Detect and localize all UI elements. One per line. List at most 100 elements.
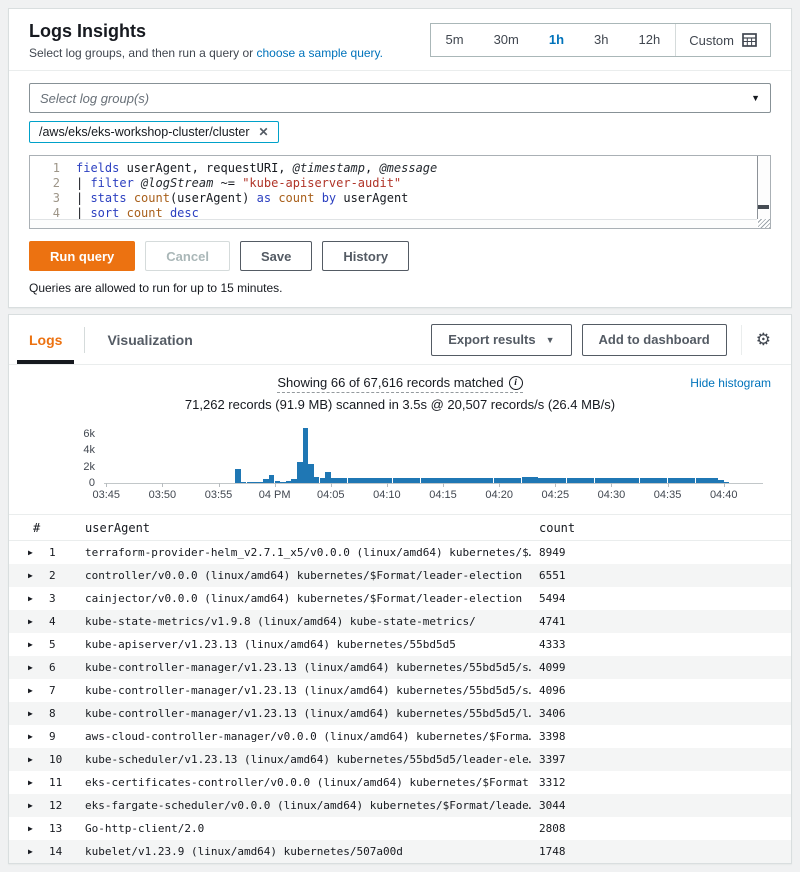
table-row[interactable]: ▶5kube-apiserver/v1.23.13 (linux/amd64) … (9, 633, 791, 656)
expand-row-icon[interactable]: ▶ (25, 663, 49, 672)
expand-row-icon[interactable]: ▶ (25, 571, 49, 580)
row-index: 7 (49, 684, 85, 697)
code-token: userAgent (336, 191, 408, 205)
table-row[interactable]: ▶12eks-fargate-scheduler/v0.0.0 (linux/a… (9, 794, 791, 817)
expand-row-icon[interactable]: ▶ (25, 686, 49, 695)
cell-count: 6551 (531, 569, 791, 582)
x-axis-tick (219, 483, 220, 487)
query-line[interactable]: 2| filter @logStream ~= "kube-apiserver-… (30, 176, 770, 191)
expand-row-icon[interactable]: ▶ (25, 709, 49, 718)
line-number: 1 (30, 161, 60, 176)
table-row[interactable]: ▶6kube-controller-manager/v1.23.13 (linu… (9, 656, 791, 679)
table-row[interactable]: ▶4kube-state-metrics/v1.9.8 (linux/amd64… (9, 610, 791, 633)
chevron-down-icon: ▼ (546, 335, 555, 345)
expand-row-icon[interactable]: ▶ (25, 732, 49, 741)
x-axis-label: 03:45 (92, 489, 120, 501)
cancel-button: Cancel (145, 241, 230, 271)
results-table: # userAgent count ▶1terraform-provider-h… (9, 514, 791, 863)
time-range-selector: 5m30m1h3h12h Custom (430, 23, 772, 57)
table-row[interactable]: ▶10kube-scheduler/v1.23.13 (linux/amd64)… (9, 748, 791, 771)
cell-count: 4333 (531, 638, 791, 651)
expand-row-icon[interactable]: ▶ (25, 617, 49, 626)
cell-useragent: cainjector/v0.0.0 (linux/amd64) kubernet… (85, 592, 531, 605)
query-line[interactable]: 1fields userAgent, requestURI, @timestam… (30, 161, 770, 176)
sample-query-link[interactable]: choose a sample query. (256, 46, 383, 60)
code-token (314, 191, 321, 205)
table-row[interactable]: ▶7kube-controller-manager/v1.23.13 (linu… (9, 679, 791, 702)
code-token (127, 191, 134, 205)
history-button[interactable]: History (322, 241, 409, 271)
page-title: Logs Insights (29, 21, 383, 42)
add-to-dashboard-button[interactable]: Add to dashboard (582, 324, 727, 356)
time-range-3h[interactable]: 3h (579, 24, 623, 56)
expand-row-icon[interactable]: ▶ (25, 640, 49, 649)
expand-row-icon[interactable]: ▶ (25, 801, 49, 810)
code-token: desc (170, 206, 199, 220)
hide-histogram-link[interactable]: Hide histogram (690, 376, 771, 390)
code-token: (userAgent) (170, 191, 257, 205)
add-to-dashboard-label: Add to dashboard (599, 332, 710, 347)
table-row[interactable]: ▶11eks-certificates-controller/v0.0.0 (l… (9, 771, 791, 794)
y-axis-label: 2k (83, 461, 95, 473)
code-token: "kube-apiserver-audit" (242, 176, 401, 190)
time-range-30m[interactable]: 30m (479, 24, 534, 56)
page-subtitle: Select log groups, and then run a query … (29, 46, 383, 60)
info-icon[interactable]: i (509, 376, 523, 390)
query-line[interactable]: 3| stats count(userAgent) as count by us… (30, 191, 770, 206)
table-row[interactable]: ▶13Go-http-client/2.02808 (9, 817, 791, 840)
column-header-index: # (25, 521, 85, 535)
results-table-body: ▶1terraform-provider-helm_v2.7.1_x5/v0.0… (9, 541, 791, 863)
editor-horizontal-scrollbar[interactable] (30, 219, 757, 228)
scrollbar-thumb[interactable] (758, 205, 769, 209)
code-token: ~= (213, 176, 242, 190)
remove-log-group-icon[interactable]: ✕ (258, 125, 268, 139)
table-row[interactable]: ▶1terraform-provider-helm_v2.7.1_x5/v0.0… (9, 541, 791, 564)
code-token: sort (90, 206, 119, 220)
table-row[interactable]: ▶3cainjector/v0.0.0 (linux/amd64) kubern… (9, 587, 791, 610)
x-axis-label: 04:20 (485, 489, 513, 501)
table-row[interactable]: ▶9aws-cloud-controller-manager/v0.0.0 (l… (9, 725, 791, 748)
export-results-button[interactable]: Export results ▼ (431, 324, 571, 356)
results-card: Logs Visualization Export results ▼ Add t… (8, 314, 792, 864)
table-row[interactable]: ▶2controller/v0.0.0 (linux/amd64) kubern… (9, 564, 791, 587)
custom-range-button[interactable]: Custom (676, 33, 770, 48)
resize-grip-icon[interactable] (758, 219, 770, 228)
run-query-button[interactable]: Run query (29, 241, 135, 271)
time-range-1h[interactable]: 1h (534, 24, 579, 56)
cell-useragent: kube-state-metrics/v1.9.8 (linux/amd64) … (85, 615, 531, 628)
row-index: 3 (49, 592, 85, 605)
expand-row-icon[interactable]: ▶ (25, 594, 49, 603)
x-axis-label: 04:35 (654, 489, 682, 501)
gear-icon[interactable]: ⚙ (756, 331, 771, 348)
line-number: 2 (30, 176, 60, 191)
tab-visualization[interactable]: Visualization (107, 332, 192, 348)
row-index: 8 (49, 707, 85, 720)
expand-row-icon[interactable]: ▶ (25, 824, 49, 833)
time-range-5m[interactable]: 5m (431, 24, 479, 56)
cell-useragent: kube-scheduler/v1.23.13 (linux/amd64) ku… (85, 753, 531, 766)
query-editor[interactable]: 1fields userAgent, requestURI, @timestam… (29, 155, 771, 229)
expand-row-icon[interactable]: ▶ (25, 778, 49, 787)
expand-row-icon[interactable]: ▶ (25, 755, 49, 764)
save-button[interactable]: Save (240, 241, 312, 271)
code-token: count (278, 191, 314, 205)
x-axis-label: 04:15 (429, 489, 457, 501)
expand-row-icon[interactable]: ▶ (25, 847, 49, 856)
cell-useragent: eks-certificates-controller/v0.0.0 (linu… (85, 776, 531, 789)
log-group-select[interactable]: Select log group(s) ▼ (29, 83, 771, 113)
table-row[interactable]: ▶8kube-controller-manager/v1.23.13 (linu… (9, 702, 791, 725)
y-axis-label: 4k (83, 444, 95, 456)
x-axis-tick (611, 483, 612, 487)
row-index: 4 (49, 615, 85, 628)
table-row[interactable]: ▶14kubelet/v1.23.9 (linux/amd64) kuberne… (9, 840, 791, 863)
expand-row-icon[interactable]: ▶ (25, 548, 49, 557)
cell-count: 3398 (531, 730, 791, 743)
query-actions: Run query Cancel Save History (29, 241, 771, 271)
cell-count: 4741 (531, 615, 791, 628)
time-range-12h[interactable]: 12h (624, 24, 676, 56)
log-group-tag-label: /aws/eks/eks-workshop-cluster/cluster (39, 125, 249, 139)
editor-vertical-scrollbar[interactable] (757, 156, 770, 219)
tab-logs[interactable]: Logs (29, 332, 62, 348)
histogram-plot: 02k4k6k03:4503:5003:5504 PM04:0504:1004:… (104, 426, 763, 484)
cell-useragent: kube-controller-manager/v1.23.13 (linux/… (85, 707, 531, 720)
